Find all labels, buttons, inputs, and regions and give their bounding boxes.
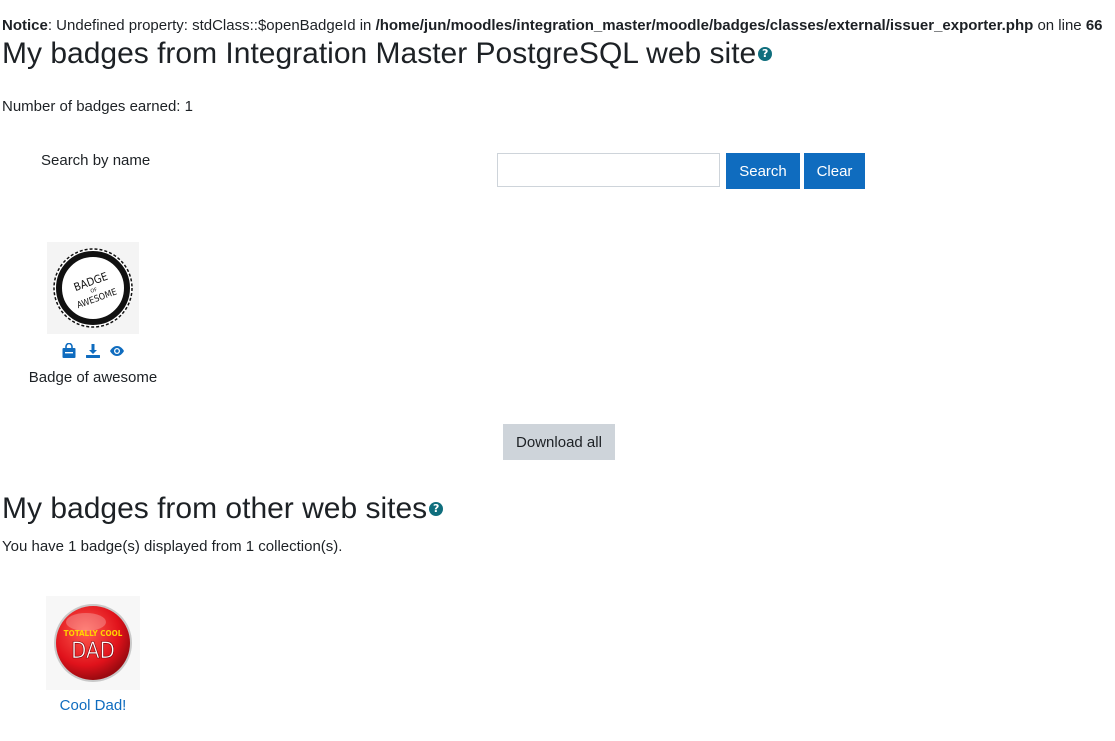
notice-message: : Undefined property: stdClass::$openBad… xyxy=(47,17,376,34)
badge-image-text-main: DAD xyxy=(71,639,115,664)
cool-dad-badge-link[interactable]: Cool Dad! xyxy=(23,696,163,716)
notice-line-number: 66 xyxy=(1085,17,1103,34)
local-badges-title: My badges from Integration Master Postgr… xyxy=(2,36,773,72)
notice-file-path: /home/jun/moodles/integration_master/moo… xyxy=(375,17,1034,34)
external-badges-title-text: My badges from other web sites xyxy=(2,492,428,525)
badge-card: BADGE OF AWESOME Badge of awesome xyxy=(23,242,163,388)
search-button[interactable]: Search xyxy=(726,153,800,189)
eye-icon[interactable] xyxy=(109,343,125,363)
question-circle-icon[interactable]: ? xyxy=(429,502,444,517)
badge-of-awesome-image[interactable]: BADGE OF AWESOME xyxy=(47,242,139,334)
search-input[interactable] xyxy=(497,153,720,187)
download-all-button[interactable]: Download all xyxy=(503,424,615,460)
badge-image-text-top: TOTALLY COOL xyxy=(64,629,123,638)
download-icon[interactable] xyxy=(85,343,101,363)
external-badges-summary: You have 1 badge(s) displayed from 1 col… xyxy=(2,538,343,555)
notice-label: Notice xyxy=(2,17,48,34)
badges-earned-count: Number of badges earned: 1 xyxy=(2,98,193,115)
local-badges-title-text: My badges from Integration Master Postgr… xyxy=(2,37,757,70)
external-badges-title: My badges from other web sites? xyxy=(2,491,444,527)
search-label: Search by name xyxy=(41,152,151,169)
badge-actions xyxy=(23,342,163,363)
external-badge-card: TOTALLY COOL DAD Cool Dad! xyxy=(23,596,163,716)
backpack-icon[interactable] xyxy=(61,342,77,363)
php-notice: Notice: Undefined property: stdClass::$o… xyxy=(2,16,1103,36)
question-circle-icon[interactable]: ? xyxy=(758,47,773,62)
cool-dad-badge-image[interactable]: TOTALLY COOL DAD xyxy=(46,596,140,690)
notice-line-text: on line xyxy=(1033,17,1086,34)
badge-name: Badge of awesome xyxy=(28,369,158,386)
clear-button[interactable]: Clear xyxy=(804,153,865,189)
